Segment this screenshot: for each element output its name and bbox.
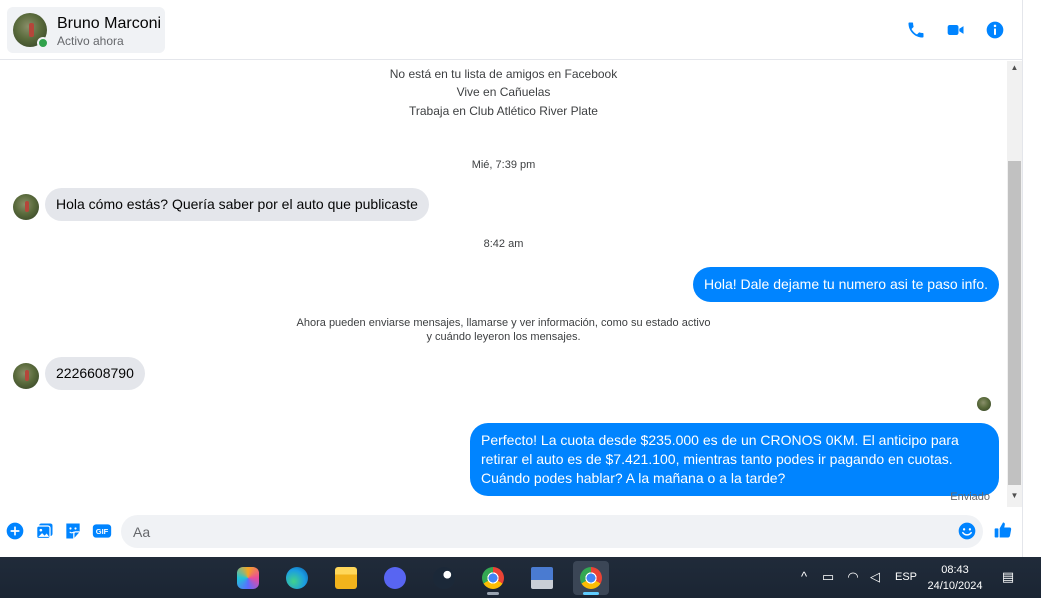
- sender-avatar: [13, 363, 39, 389]
- profile-info-work: Trabaja en Club Atlético River Plate: [409, 104, 598, 118]
- app-active-indicator: [583, 592, 599, 595]
- wifi-icon[interactable]: ◠: [845, 569, 861, 585]
- messenger-window: Bruno Marconi Activo ahora No está en tu…: [0, 0, 1041, 598]
- chrome-profile-icon[interactable]: [573, 561, 609, 595]
- incoming-message[interactable]: Hola cómo estás? Quería saber por el aut…: [45, 188, 429, 221]
- notice-line: y cuándo leyeron los mensajes.: [426, 331, 581, 343]
- incoming-message[interactable]: 2226608790: [45, 357, 145, 390]
- volume-icon[interactable]: ◁: [867, 569, 883, 585]
- chat-header: Bruno Marconi Activo ahora: [0, 0, 1022, 60]
- photo-icon[interactable]: [35, 521, 55, 541]
- network-app-icon[interactable]: [524, 561, 560, 595]
- copilot-icon[interactable]: [230, 561, 266, 595]
- message-input[interactable]: [121, 515, 983, 548]
- emoji-icon[interactable]: [957, 521, 977, 541]
- connection-notice: Ahora pueden enviarse mensajes, llamarse…: [0, 316, 1007, 344]
- contact-name: Bruno Marconi: [57, 15, 162, 32]
- plus-icon[interactable]: [5, 521, 25, 541]
- clock-time: 08:43: [941, 564, 969, 576]
- gif-icon[interactable]: GIF: [92, 521, 112, 541]
- message-composer: GIF: [0, 507, 1022, 557]
- gif-label: GIF: [96, 527, 109, 536]
- notice-line: Ahora pueden enviarse mensajes, llamarse…: [296, 317, 711, 329]
- language-indicator[interactable]: ESP: [895, 571, 917, 583]
- read-receipt-avatar: [977, 397, 991, 411]
- chrome-icon[interactable]: [475, 561, 511, 595]
- clock-date: 24/10/2024: [927, 580, 983, 592]
- profile-info-location: Vive en Cañuelas: [456, 85, 551, 99]
- sender-avatar: [13, 194, 39, 220]
- contact-card[interactable]: Bruno Marconi Activo ahora: [7, 7, 165, 53]
- outgoing-message[interactable]: Hola! Dale dejame tu numero asi te paso …: [692, 267, 999, 302]
- message-list: No está en tu lista de amigos en Faceboo…: [0, 61, 1007, 507]
- app-open-indicator: [487, 592, 499, 595]
- steam-icon[interactable]: [426, 561, 462, 595]
- notification-icon[interactable]: ▤: [1000, 569, 1016, 585]
- scroll-down-arrow-icon[interactable]: ▼: [1007, 489, 1022, 503]
- file-explorer-icon[interactable]: [328, 561, 364, 595]
- online-status-dot: [37, 37, 49, 49]
- edge-icon[interactable]: [279, 561, 315, 595]
- system-clock[interactable]: 08:43 24/10/2024: [920, 562, 990, 594]
- sticker-icon[interactable]: [63, 521, 83, 541]
- phone-icon[interactable]: [906, 20, 926, 40]
- timestamp: Mié, 7:39 pm: [471, 159, 536, 171]
- outgoing-message[interactable]: Perfecto! La cuota desde $235.000 es de …: [470, 423, 999, 496]
- discord-icon[interactable]: [377, 561, 413, 595]
- video-camera-icon[interactable]: [946, 20, 966, 40]
- thumbs-up-icon[interactable]: [993, 520, 1013, 540]
- sent-status: Enviado: [950, 491, 990, 503]
- chevron-up-icon[interactable]: ^: [796, 569, 812, 585]
- chat-scrollbar[interactable]: ▲ ▼: [1007, 61, 1022, 507]
- window-edge: [1022, 0, 1041, 557]
- scroll-thumb[interactable]: [1008, 161, 1021, 485]
- contact-status: Activo ahora: [57, 34, 124, 48]
- profile-info-friends: No está en tu lista de amigos en Faceboo…: [389, 67, 618, 81]
- battery-icon[interactable]: ▭: [820, 569, 836, 585]
- scroll-up-arrow-icon[interactable]: ▲: [1007, 61, 1022, 75]
- windows-taskbar: ^ ▭ ◠ ◁ ESP 08:43 24/10/2024 ▤: [0, 557, 1041, 598]
- timestamp: 8:42 am: [483, 238, 524, 250]
- info-icon[interactable]: [985, 20, 1005, 40]
